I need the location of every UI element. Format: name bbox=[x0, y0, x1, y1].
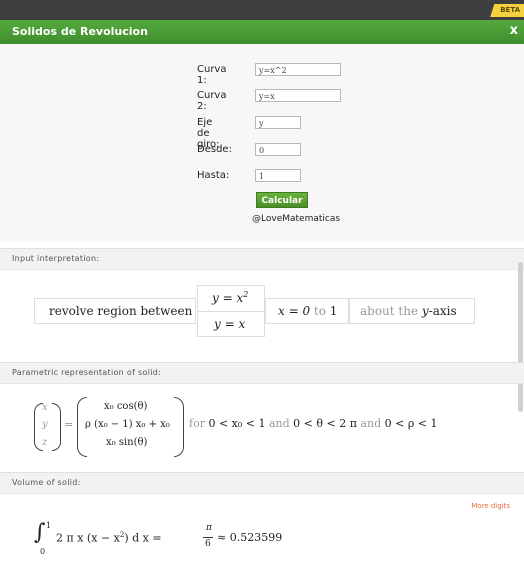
eje-de-giro-input[interactable]: y bbox=[255, 116, 301, 129]
hasta-input[interactable]: 1 bbox=[255, 169, 301, 182]
param-row-3: x₀ sin(θ) bbox=[106, 437, 148, 448]
parametric-header: Parametric representation of solid: bbox=[0, 362, 524, 384]
interpretation-curves-cell: y = x2 y = x bbox=[197, 285, 265, 337]
field-label: Curva 1: bbox=[197, 64, 227, 86]
volume-value: ≈ 0.523599 bbox=[217, 531, 283, 544]
interpretation-phrase-cell: revolve region between bbox=[34, 298, 196, 324]
param-row-1: x₀ cos(θ) bbox=[104, 401, 148, 412]
interpretation-axis-cell: about the y-axis bbox=[349, 298, 475, 324]
top-bar: BETA bbox=[0, 0, 524, 20]
param-row-2: ρ (x₀ − 1) x₀ + x₀ bbox=[85, 419, 170, 430]
scrollbar[interactable] bbox=[518, 262, 523, 412]
section-title: Parametric representation of solid: bbox=[12, 368, 162, 377]
right-paren bbox=[174, 397, 184, 457]
fraction-numerator: π bbox=[206, 523, 212, 533]
divider bbox=[198, 311, 264, 312]
volume-header: Volume of solid: bbox=[0, 472, 524, 494]
vector-y: y bbox=[42, 419, 48, 430]
parametric-conditions: for 0 < x₀ < 1 and 0 < θ < 2 π and 0 < ρ… bbox=[189, 417, 438, 430]
integral-lower: 0 bbox=[40, 547, 46, 556]
dialog-header: Solidos de Revolucion x bbox=[0, 20, 524, 44]
section-title: Volume of solid: bbox=[12, 478, 81, 487]
interpretation-phrase: revolve region between bbox=[49, 304, 193, 318]
interpretation-axis: about the y-axis bbox=[360, 304, 457, 318]
vector-z: z bbox=[42, 437, 48, 448]
curve-bottom: y = x bbox=[214, 317, 246, 331]
curva-1-input[interactable]: y=x^2 bbox=[255, 63, 341, 76]
curve-top: y = x2 bbox=[212, 290, 249, 305]
integral-upper: 1 bbox=[46, 521, 52, 530]
field-label: Hasta: bbox=[197, 170, 230, 181]
vector-x: x bbox=[42, 402, 48, 413]
field-label: Desde: bbox=[197, 144, 232, 155]
calcular-button[interactable]: Calcular bbox=[256, 192, 308, 208]
dialog-title: Solidos de Revolucion bbox=[12, 25, 148, 38]
interpretation-range-cell: x = 0 to 1 bbox=[265, 298, 349, 324]
curva-2-input[interactable]: y=x bbox=[255, 89, 341, 102]
equals-sign: = bbox=[64, 418, 74, 431]
integrand: 2 π x (x − x2) d x = bbox=[56, 531, 162, 545]
integral-sign: ∫ bbox=[34, 520, 46, 545]
fraction-bar bbox=[203, 537, 213, 538]
more-digits-link[interactable]: More digits bbox=[471, 502, 510, 510]
fraction-denominator: 6 bbox=[205, 539, 211, 549]
interpretation-range: x = 0 to 1 bbox=[278, 304, 338, 318]
desde-input[interactable]: 0 bbox=[255, 143, 301, 156]
section-title: Input interpretation: bbox=[12, 254, 100, 263]
beta-badge: BETA bbox=[490, 4, 524, 17]
input-interpretation-header: Input interpretation: bbox=[0, 248, 524, 270]
right-paren bbox=[52, 403, 61, 451]
field-label: Curva 2: bbox=[197, 90, 227, 112]
close-icon[interactable]: x bbox=[510, 23, 518, 38]
credit-text: @LoveMatematicas bbox=[252, 214, 341, 224]
